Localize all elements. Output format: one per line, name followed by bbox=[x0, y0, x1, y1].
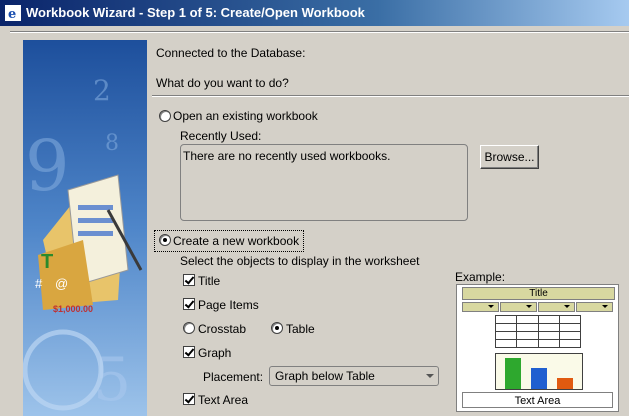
svg-text:e: e bbox=[8, 7, 16, 21]
example-preview: Title Text Area bbox=[456, 284, 619, 412]
text-area-label[interactable]: Text Area bbox=[198, 393, 248, 407]
svg-text:#: # bbox=[35, 276, 43, 291]
example-page-item bbox=[576, 302, 613, 312]
table-radio[interactable] bbox=[271, 322, 283, 334]
svg-text:9: 9 bbox=[25, 125, 70, 207]
example-page-item bbox=[462, 302, 499, 312]
wizard-app-icon: e bbox=[5, 5, 21, 21]
table-label[interactable]: Table bbox=[286, 322, 315, 336]
example-bar-orange bbox=[557, 378, 573, 389]
create-new-label[interactable]: Create a new workbook bbox=[173, 234, 299, 248]
example-bar-green bbox=[505, 358, 521, 389]
example-page-item bbox=[500, 302, 537, 312]
example-label: Example: bbox=[455, 270, 506, 284]
recent-empty-text: There are no recently used workbooks. bbox=[183, 149, 391, 163]
crosstab-label[interactable]: Crosstab bbox=[198, 322, 246, 336]
title-option-label[interactable]: Title bbox=[198, 274, 220, 288]
placement-value: Graph below Table bbox=[275, 369, 375, 383]
chevron-down-icon bbox=[426, 374, 434, 378]
connected-label: Connected to the Database: bbox=[156, 46, 306, 60]
example-text-area: Text Area bbox=[462, 392, 613, 408]
svg-text:@: @ bbox=[55, 276, 68, 291]
example-title: Title bbox=[462, 287, 615, 300]
crosstab-radio[interactable] bbox=[183, 322, 195, 334]
placement-select[interactable]: Graph below Table bbox=[269, 366, 439, 386]
select-objects-label: Select the objects to display in the wor… bbox=[180, 254, 420, 268]
graph-checkbox[interactable] bbox=[183, 346, 195, 358]
svg-text:8: 8 bbox=[105, 131, 119, 156]
title-bar: e Workbook Wizard - Step 1 of 5: Create/… bbox=[0, 0, 629, 26]
example-table bbox=[494, 315, 582, 348]
create-new-radio[interactable] bbox=[159, 234, 171, 246]
page-items-checkbox[interactable] bbox=[183, 298, 195, 310]
svg-text:T: T bbox=[41, 251, 53, 273]
svg-text:$1,000.00: $1,000.00 bbox=[53, 304, 93, 314]
wizard-illustration: 9 2 8 5 T # @ $1,000.00 bbox=[23, 40, 147, 416]
recently-used-label: Recently Used: bbox=[180, 129, 262, 143]
example-bar-blue bbox=[531, 368, 547, 389]
window-title: Workbook Wizard - Step 1 of 5: Create/Op… bbox=[26, 5, 365, 20]
title-checkbox[interactable] bbox=[183, 274, 195, 286]
browse-button[interactable]: Browse... bbox=[480, 145, 539, 169]
example-page-item bbox=[538, 302, 575, 312]
open-existing-label[interactable]: Open an existing workbook bbox=[173, 109, 318, 123]
example-graph bbox=[495, 353, 583, 390]
recent-workbooks-list[interactable]: There are no recently used workbooks. bbox=[180, 144, 468, 221]
page-items-label[interactable]: Page Items bbox=[198, 298, 259, 312]
placement-label: Placement: bbox=[203, 370, 264, 384]
open-existing-radio[interactable] bbox=[159, 110, 171, 122]
graph-label[interactable]: Graph bbox=[198, 346, 231, 360]
question-label: What do you want to do? bbox=[156, 76, 289, 90]
text-area-checkbox[interactable] bbox=[183, 393, 195, 405]
svg-text:2: 2 bbox=[93, 74, 111, 107]
